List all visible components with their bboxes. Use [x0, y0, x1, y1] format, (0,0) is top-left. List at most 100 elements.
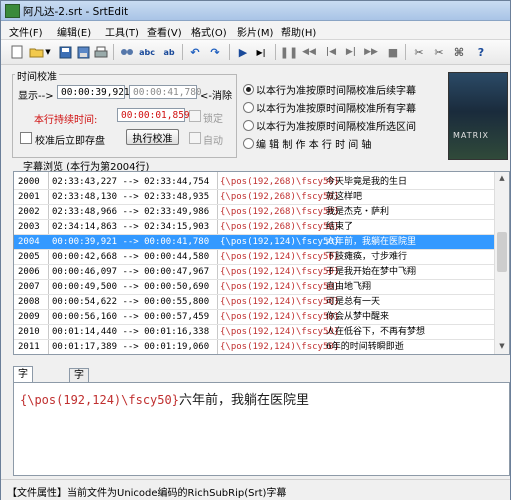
- replace-icon[interactable]: ab: [161, 44, 177, 60]
- table-row[interactable]: 2005 00:00:42,668 --> 00:00:44,580 {\pos(1…: [14, 250, 494, 264]
- mode-label-range: 以本行为准按原时间隔校准所选区间: [256, 122, 416, 133]
- dropdown-arrow-icon[interactable]: ▼: [44, 44, 52, 60]
- table-row[interactable]: 2011 00:01:17,389 --> 00:01:19,060 {\pos(1…: [14, 340, 494, 354]
- row-number: 2011: [18, 342, 40, 352]
- row-tag: {\pos(192,124)\fscy50}: [220, 327, 340, 337]
- save-icon[interactable]: [57, 44, 73, 60]
- list-scrollbar[interactable]: ▲ ▼: [494, 172, 509, 354]
- table-row[interactable]: 2006 00:00:46,097 --> 00:00:47,967 {\pos(1…: [14, 265, 494, 279]
- save-after-label: 校准后立即存盘: [35, 136, 105, 147]
- mode-label-edit-timeline: 编 辑 制 作 本 行 时 间 轴: [256, 140, 372, 151]
- menu-bar: 文件(F) 编辑(E) 工具(T) 查看(V) 格式(O) 影片(M) 帮助(H…: [1, 21, 510, 40]
- duration-field: 00:00:01,859: [117, 108, 190, 122]
- timing-group-title: 时间校准: [15, 68, 59, 83]
- new-file-icon[interactable]: [9, 44, 25, 60]
- row-text: 6年的时间转瞬即逝: [326, 342, 404, 352]
- menu-help[interactable]: 帮助(H): [281, 24, 316, 39]
- menu-tools[interactable]: 工具(T): [105, 24, 139, 39]
- execute-calibration-button[interactable]: 执行校准: [126, 129, 179, 145]
- lock-checkbox[interactable]: [189, 110, 201, 122]
- open-file-icon[interactable]: [28, 44, 44, 60]
- row-text: 六年前，我躺在医院里: [326, 237, 417, 247]
- table-row[interactable]: 2003 02:34:14,863 --> 02:34:15,903 {\pos(1…: [14, 220, 494, 234]
- mode-label-following: 以本行为准按原时间隔校准后续字幕: [256, 86, 416, 97]
- end-time-field[interactable]: 00:00:41,780: [129, 85, 202, 99]
- table-row[interactable]: 2007 00:00:49,500 --> 00:00:50,690 {\pos(1…: [14, 280, 494, 294]
- redo-icon[interactable]: ↷: [207, 44, 223, 60]
- mode-radio-following[interactable]: [243, 84, 254, 95]
- row-time: 00:00:49,500 --> 00:00:50,690: [52, 282, 210, 292]
- row-tag: {\pos(192,124)\fscy50}: [220, 282, 340, 292]
- row-time: 00:00:46,097 --> 00:00:47,967: [52, 267, 210, 277]
- editor-content: {\pos(192,124)\fscy50}六年前，我躺在医院里: [20, 389, 309, 408]
- mode-label-all: 以本行为准按原时间隔校准所有字幕: [256, 104, 416, 115]
- table-row[interactable]: 2004 00:00:39,921 --> 00:00:41,780 {\pos(1…: [14, 235, 494, 249]
- mode-radio-all[interactable]: [243, 102, 254, 113]
- print-icon[interactable]: [93, 44, 109, 60]
- scroll-down-icon[interactable]: ▼: [497, 342, 507, 352]
- subtitle-editor[interactable]: {\pos(192,124)\fscy50}六年前，我躺在医院里: [13, 382, 510, 476]
- row-text: 人在低谷下，不再有梦想: [326, 327, 426, 337]
- save-after-checkbox[interactable]: [20, 132, 32, 144]
- row-tag: {\pos(192,124)\fscy50}: [220, 342, 340, 352]
- row-time: 02:33:48,130 --> 02:33:48,935: [52, 192, 210, 202]
- spellcheck-icon[interactable]: abc: [139, 44, 155, 60]
- step-icon[interactable]: ▶|: [253, 44, 269, 60]
- row-text: 于是我开始在梦中飞翔: [326, 267, 417, 277]
- row-time: 00:00:54,622 --> 00:00:55,800: [52, 297, 210, 307]
- subtitle-list[interactable]: ▲ ▼ 2000 02:33:43,227 --> 02:33:44,754 {\p…: [13, 171, 510, 355]
- row-number: 2000: [18, 177, 40, 187]
- row-time: 02:33:43,227 --> 02:33:44,754: [52, 177, 210, 187]
- find-icon[interactable]: [119, 44, 135, 60]
- tab-subtitle-edit[interactable]: 字幕编辑: [13, 366, 33, 428]
- pause-icon[interactable]: ❚❚: [280, 44, 298, 60]
- row-number: 2005: [18, 252, 40, 262]
- save-as-icon[interactable]: [75, 44, 91, 60]
- tab-subtitle-preview[interactable]: 字幕预览: [69, 368, 89, 423]
- menu-edit[interactable]: 编辑(E): [57, 24, 91, 39]
- mode-radio-edit-timeline[interactable]: [243, 138, 254, 149]
- fast-forward-icon[interactable]: ▶▶: [363, 44, 379, 60]
- row-number: 2001: [18, 192, 40, 202]
- row-tag: {\pos(192,268)\fscy50}: [220, 207, 340, 217]
- row-text: 就这样吧: [326, 192, 363, 202]
- display-label: 显示-->: [18, 91, 54, 102]
- row-number: 2009: [18, 312, 40, 322]
- table-row[interactable]: 2000 02:33:43,227 --> 02:33:44,754 {\pos(1…: [14, 175, 494, 189]
- editor-tag: {\pos(192,124)\fscy50}: [20, 393, 179, 407]
- row-number: 2004: [18, 237, 40, 247]
- scroll-up-icon[interactable]: ▲: [497, 174, 507, 184]
- rewind-icon[interactable]: ◀◀: [301, 44, 317, 60]
- menu-view[interactable]: 查看(V): [147, 24, 182, 39]
- table-row[interactable]: 2001 02:33:48,130 --> 02:33:48,935 {\pos(1…: [14, 190, 494, 204]
- clip-icon[interactable]: ⌘: [451, 44, 467, 60]
- auto-checkbox[interactable]: [189, 132, 201, 144]
- stop-icon[interactable]: ■: [385, 44, 401, 60]
- table-row[interactable]: 2010 00:01:14,440 --> 00:01:16,338 {\pos(1…: [14, 325, 494, 339]
- row-time: 00:00:42,668 --> 00:00:44,580: [52, 252, 210, 262]
- next-icon[interactable]: ▶|: [343, 44, 359, 60]
- cancel-link[interactable]: <-消除: [200, 87, 232, 102]
- table-row[interactable]: 2009 00:00:56,160 --> 00:00:57,459 {\pos(1…: [14, 310, 494, 324]
- start-time-field[interactable]: 00:00:39,921: [57, 85, 130, 99]
- table-row[interactable]: 2008 00:00:54,622 --> 00:00:55,800 {\pos(1…: [14, 295, 494, 309]
- mode-radio-range[interactable]: [243, 120, 254, 131]
- scroll-thumb[interactable]: [497, 232, 507, 272]
- table-row[interactable]: 2002 02:33:48,966 --> 02:33:49,986 {\pos(1…: [14, 205, 494, 219]
- row-number: 2007: [18, 282, 40, 292]
- row-tag: {\pos(192,268)\fscy50}: [220, 177, 340, 187]
- menu-movie[interactable]: 影片(M): [237, 24, 273, 39]
- row-number: 2008: [18, 297, 40, 307]
- cut-start-icon[interactable]: ✂: [411, 44, 427, 60]
- menu-format[interactable]: 格式(O): [191, 24, 227, 39]
- duration-label: 本行持续时间:: [34, 115, 98, 126]
- row-tag: {\pos(192,124)\fscy50}: [220, 267, 340, 277]
- toolbar-separator: [405, 44, 406, 60]
- undo-icon[interactable]: ↶: [187, 44, 203, 60]
- help-icon[interactable]: ?: [473, 44, 489, 60]
- menu-file[interactable]: 文件(F): [9, 24, 43, 39]
- prev-icon[interactable]: |◀: [323, 44, 339, 60]
- play-icon[interactable]: ▶: [235, 44, 251, 60]
- title-bar: 阿凡达-2.srt - SrtEdit: [1, 1, 510, 21]
- cut-end-icon[interactable]: ✂: [431, 44, 447, 60]
